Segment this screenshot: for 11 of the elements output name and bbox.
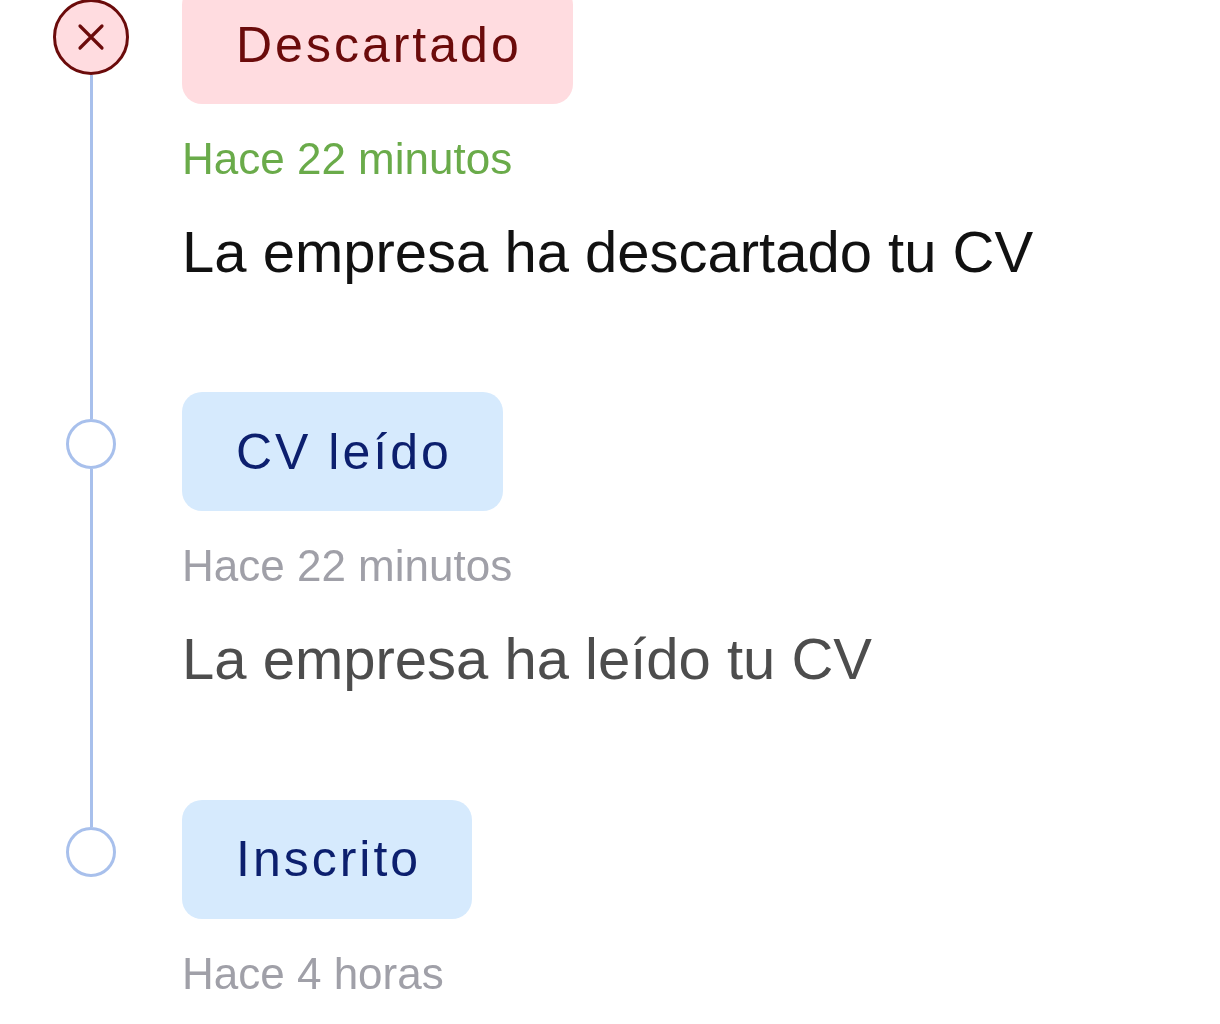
event-description: La empresa ha descartado tu CV bbox=[182, 217, 1034, 286]
timestamp-text: Hace 4 horas bbox=[182, 947, 444, 1000]
circle-x-icon bbox=[53, 0, 129, 75]
event-description: La empresa ha leído tu CV bbox=[182, 625, 872, 694]
status-tag: CV leído bbox=[182, 392, 503, 512]
circle-icon bbox=[66, 419, 116, 470]
circle-icon bbox=[66, 826, 116, 877]
status-tag: Descartado bbox=[182, 0, 573, 104]
timestamp-text: Hace 22 minutos bbox=[182, 133, 513, 185]
status-tag: Inscrito bbox=[182, 799, 473, 919]
timestamp-text: Hace 22 minutos bbox=[182, 540, 513, 593]
